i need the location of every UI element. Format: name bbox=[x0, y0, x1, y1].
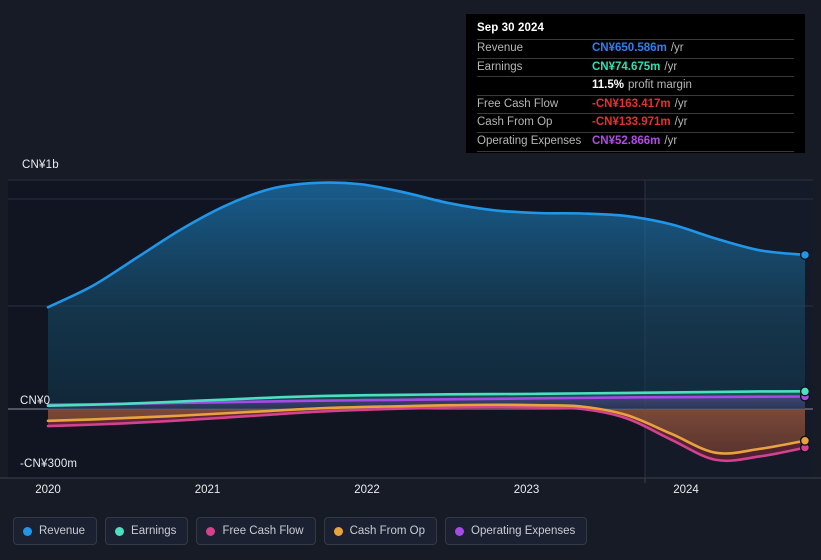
tooltip-row-unit: /yr bbox=[674, 97, 688, 110]
tooltip-row-value: -CN¥163.417m bbox=[592, 97, 671, 110]
tooltip-row: 11.5% profit margin bbox=[477, 76, 794, 95]
legend-color-dot-icon bbox=[455, 526, 465, 536]
chart-legend[interactable]: Revenue Earnings Free Cash Flow Cash From O… bbox=[13, 517, 588, 545]
tooltip-row-value: -CN¥133.971m bbox=[592, 116, 671, 129]
legend-color-dot-icon bbox=[23, 526, 32, 536]
legend-item-free-cash-flow[interactable]: Free Cash Flow bbox=[196, 517, 316, 545]
tooltip-row-unit: profit margin bbox=[627, 79, 692, 92]
tooltip-row-unit: /yr bbox=[670, 42, 684, 54]
tooltip-row-value: CN¥74.675m bbox=[592, 60, 661, 73]
tooltip-row-label: Revenue bbox=[477, 42, 524, 54]
financial-chart-page: CN¥1b CN¥0 -CN¥300m 2020 2021 2022 2023 2024… bbox=[0, 0, 821, 560]
legend-item-label: Cash From Op bbox=[349, 525, 426, 537]
legend-item-label: Earnings bbox=[131, 525, 177, 537]
tooltip-row-value: CN¥52.866m bbox=[592, 134, 661, 147]
y-axis-label-zero: CN¥0 bbox=[20, 395, 51, 407]
x-axis-tick-2024: 2024 bbox=[673, 484, 699, 496]
tooltip-row: Cash From Op -CN¥133.971m/yr bbox=[477, 113, 794, 132]
tooltip-row-unit: /yr bbox=[664, 60, 678, 73]
x-axis-tick-2020: 2020 bbox=[35, 484, 61, 496]
legend-color-dot-icon bbox=[206, 526, 216, 536]
tooltip-rows: Revenue CN¥650.586m/yr Earnings CN¥74.675m /… bbox=[477, 39, 794, 152]
legend-color-dot-icon bbox=[115, 526, 125, 536]
legend-item-earnings[interactable]: Earnings bbox=[105, 517, 189, 545]
x-axis-tick-2022: 2022 bbox=[354, 484, 380, 496]
tooltip-row-unit: /yr bbox=[674, 116, 688, 129]
tooltip-row-unit: /yr bbox=[664, 134, 678, 147]
tooltip-row-label: Cash From Op bbox=[477, 116, 553, 129]
y-axis-label-top: CN¥1b bbox=[22, 159, 59, 171]
tooltip-date: Sep 30 2024 bbox=[477, 22, 544, 34]
y-axis-label-bottom: -CN¥300m bbox=[20, 458, 78, 470]
legend-item-label: Free Cash Flow bbox=[222, 525, 304, 537]
chart-tooltip: Sep 30 2024 Revenue CN¥650.586m/yr Earning… bbox=[466, 14, 805, 153]
legend-item-revenue[interactable]: Revenue bbox=[13, 517, 98, 545]
x-axis-tick-2023: 2023 bbox=[513, 484, 540, 496]
tooltip-row: Revenue CN¥650.586m/yr bbox=[477, 39, 794, 58]
legend-item-cash-from-op[interactable]: Cash From Op bbox=[323, 517, 438, 545]
tooltip-row: Operating Expenses CN¥52.866m/yr bbox=[477, 131, 794, 152]
tooltip-row-value: CN¥650.586m bbox=[592, 42, 667, 54]
x-axis-tick-2021: 2021 bbox=[194, 484, 221, 496]
tooltip-row-label: Operating Expenses bbox=[477, 134, 582, 147]
tooltip-row-label: Free Cash Flow bbox=[477, 97, 559, 110]
legend-item-operating-expenses[interactable]: Operating Expenses bbox=[445, 517, 588, 545]
tooltip-row-label: Earnings bbox=[477, 60, 523, 73]
tooltip-row-value: 11.5% bbox=[592, 79, 624, 92]
legend-color-dot-icon bbox=[333, 526, 343, 536]
legend-item-label: Revenue bbox=[39, 525, 86, 537]
legend-item-label: Operating Expenses bbox=[471, 525, 576, 537]
tooltip-row: Free Cash Flow -CN¥163.417m/yr bbox=[477, 94, 794, 114]
tooltip-row: Earnings CN¥74.675m/yr bbox=[477, 57, 794, 77]
